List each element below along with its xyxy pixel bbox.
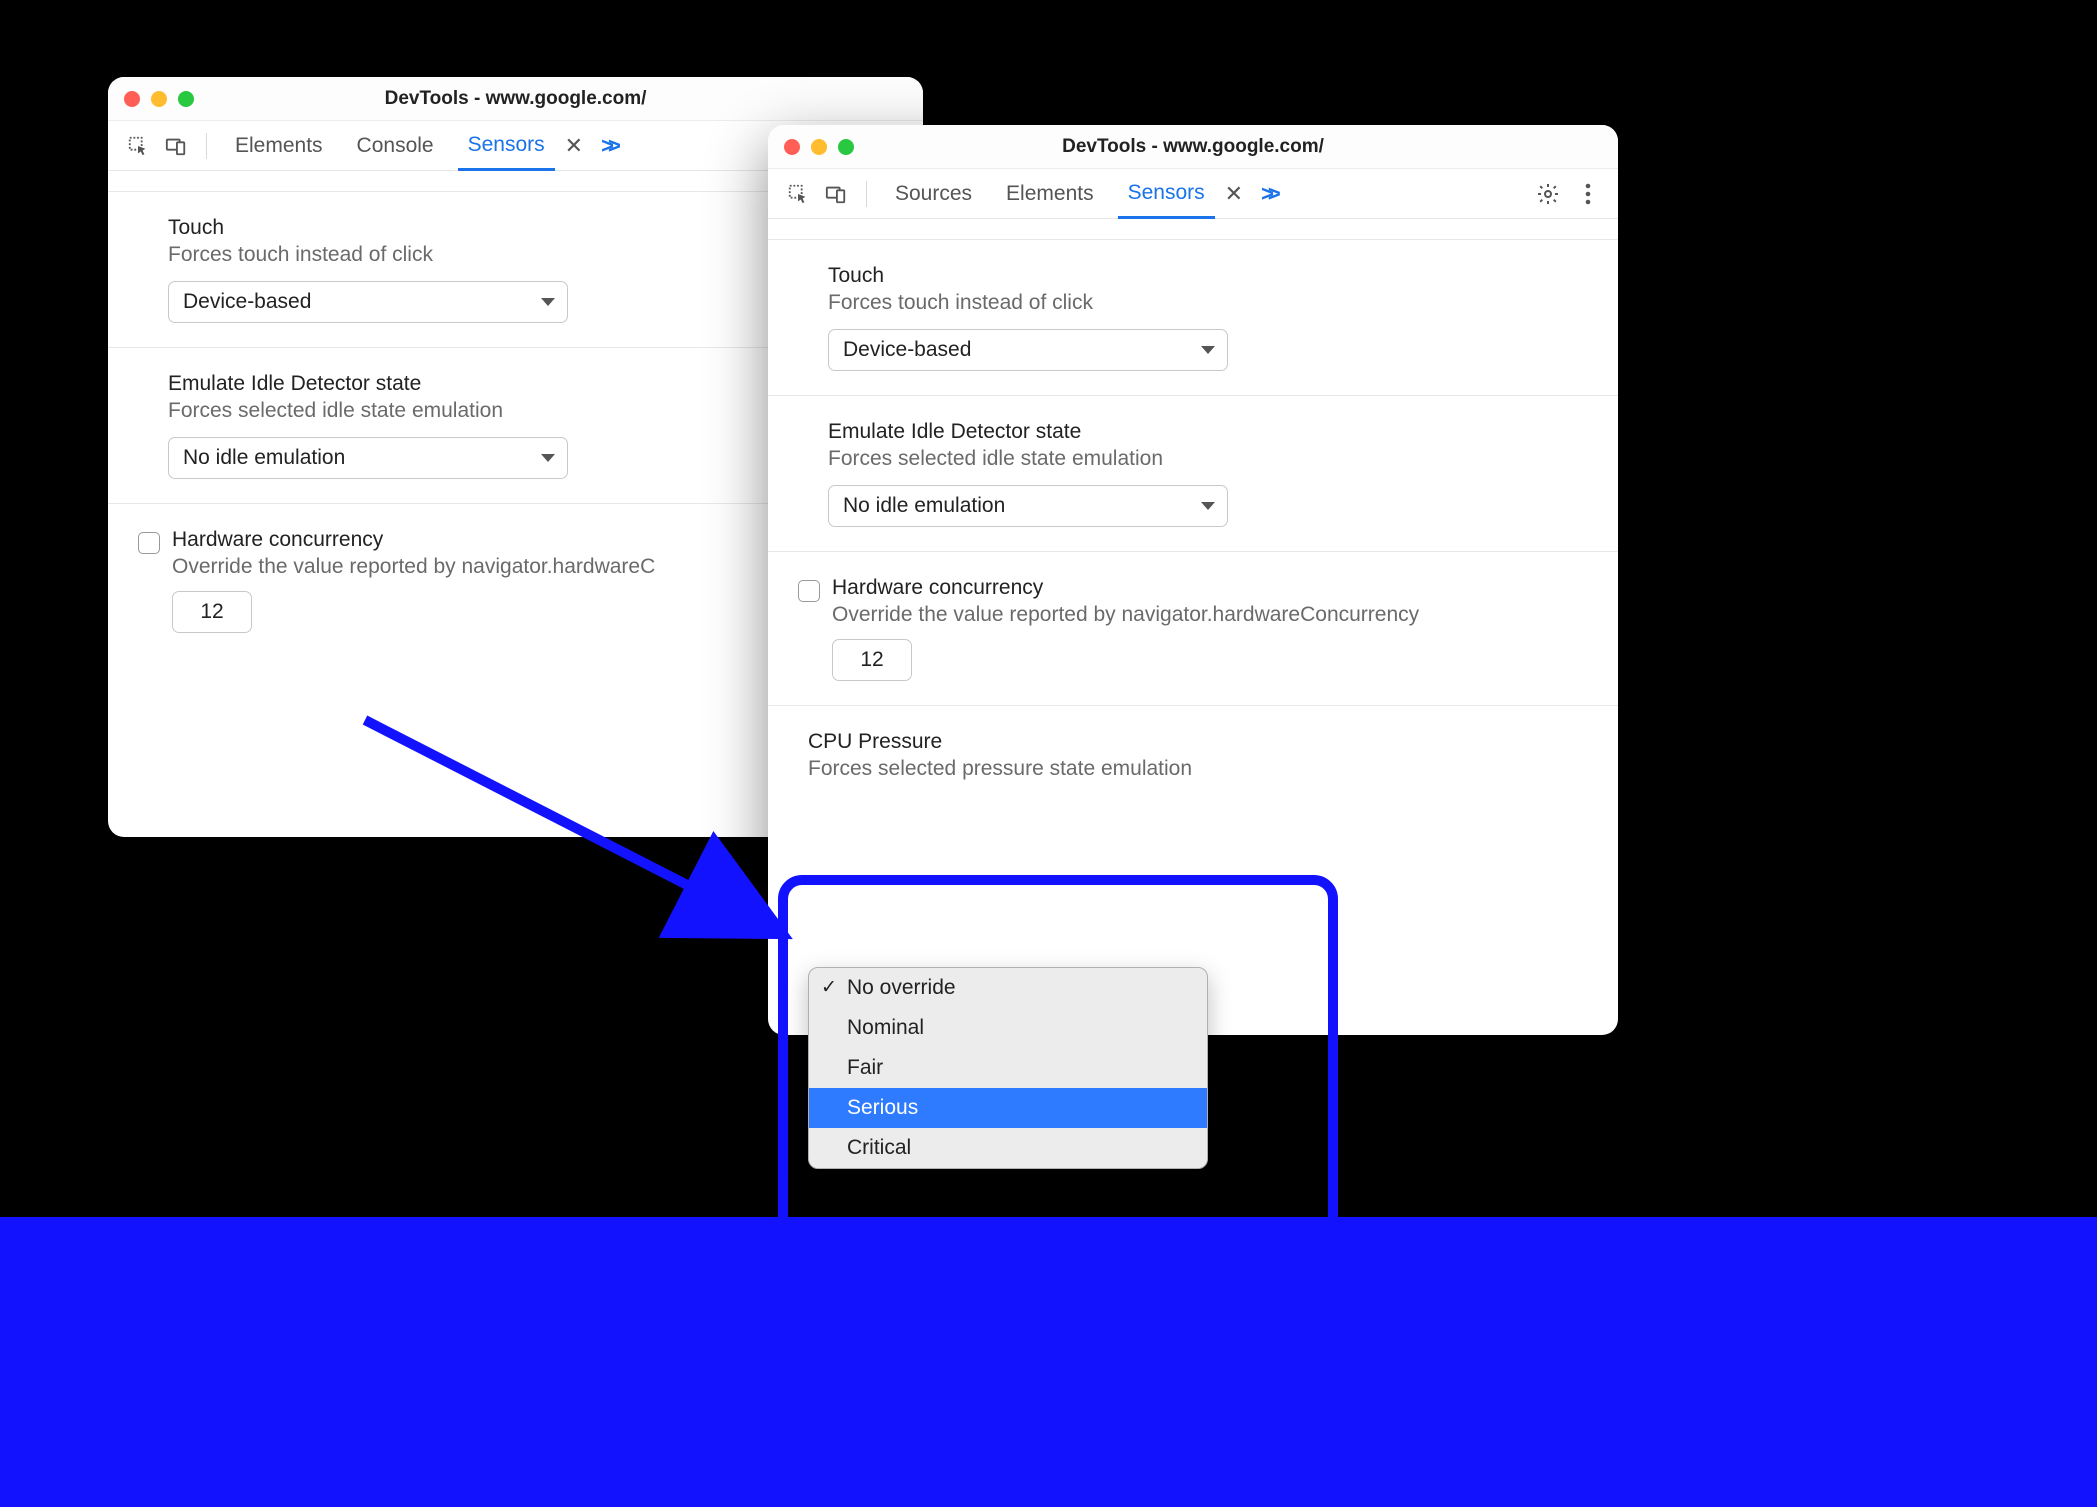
- idle-select[interactable]: No idle emulation: [828, 485, 1228, 527]
- input-value: 12: [860, 648, 883, 672]
- hw-concurrency-checkbox[interactable]: [798, 580, 820, 602]
- option-label: Fair: [847, 1056, 883, 1079]
- section-desc: Forces selected idle state emulation: [828, 447, 1578, 471]
- section-heading: CPU Pressure: [808, 730, 1578, 754]
- tab-sources[interactable]: Sources: [885, 169, 982, 219]
- touch-select[interactable]: Device-based: [828, 329, 1228, 371]
- hw-section: Hardware concurrency Override the value …: [768, 552, 1618, 706]
- select-value: No idle emulation: [183, 446, 345, 470]
- traffic-lights: [784, 139, 854, 155]
- minimize-window-button[interactable]: [811, 139, 827, 155]
- option-label: Critical: [847, 1136, 911, 1159]
- inspect-icon[interactable]: [786, 182, 810, 206]
- device-toggle-icon[interactable]: [824, 182, 848, 206]
- tab-label: Elements: [1006, 182, 1094, 206]
- tab-console[interactable]: Console: [347, 121, 444, 171]
- section-desc: Override the value reported by navigator…: [832, 603, 1578, 627]
- tab-elements[interactable]: Elements: [996, 169, 1104, 219]
- inspect-icon[interactable]: [126, 134, 150, 158]
- device-toggle-icon[interactable]: [164, 134, 188, 158]
- option-label: Serious: [847, 1096, 918, 1119]
- touch-select[interactable]: Device-based: [168, 281, 568, 323]
- close-window-button[interactable]: [124, 91, 140, 107]
- section-desc: Forces touch instead of click: [828, 291, 1578, 315]
- titlebar: DevTools - www.google.com/: [108, 77, 923, 121]
- idle-section: Emulate Idle Detector state Forces selec…: [768, 396, 1618, 552]
- caret-down-icon: [1201, 346, 1215, 354]
- hw-concurrency-input[interactable]: 12: [832, 639, 912, 681]
- cpu-pressure-section: CPU Pressure Forces selected pressure st…: [768, 706, 1618, 835]
- hw-concurrency-input[interactable]: 12: [172, 591, 252, 633]
- idle-select[interactable]: No idle emulation: [168, 437, 568, 479]
- section-heading: Emulate Idle Detector state: [828, 420, 1578, 444]
- touch-section: Touch Forces touch instead of click Devi…: [768, 239, 1618, 396]
- dropdown-option-fair[interactable]: Fair: [809, 1048, 1207, 1088]
- close-tab-icon[interactable]: ✕: [565, 133, 583, 159]
- option-label: Nominal: [847, 1016, 924, 1039]
- minimize-window-button[interactable]: [151, 91, 167, 107]
- caret-down-icon: [541, 454, 555, 462]
- section-heading: Hardware concurrency: [832, 576, 1578, 600]
- kebab-menu-icon[interactable]: [1576, 182, 1600, 206]
- close-window-button[interactable]: [784, 139, 800, 155]
- gear-icon[interactable]: [1536, 182, 1560, 206]
- maximize-window-button[interactable]: [838, 139, 854, 155]
- hw-concurrency-checkbox[interactable]: [138, 532, 160, 554]
- caret-down-icon: [541, 298, 555, 306]
- window-title: DevTools - www.google.com/: [108, 88, 923, 110]
- more-tabs-icon[interactable]: >>: [601, 133, 615, 159]
- separator: [866, 181, 867, 207]
- caret-down-icon: [1201, 502, 1215, 510]
- traffic-lights: [124, 91, 194, 107]
- tab-label: Sources: [895, 182, 972, 206]
- background-blue-bar: [0, 1217, 2097, 1507]
- tab-sensors[interactable]: Sensors: [458, 121, 555, 171]
- dropdown-option-serious[interactable]: Serious: [809, 1088, 1207, 1128]
- titlebar: DevTools - www.google.com/: [768, 125, 1618, 169]
- tab-label: Elements: [235, 134, 323, 158]
- section-heading: Touch: [828, 264, 1578, 288]
- input-value: 12: [200, 600, 223, 624]
- section-desc: Forces selected pressure state emulation: [808, 757, 1578, 781]
- close-tab-icon[interactable]: ✕: [1225, 181, 1243, 207]
- dropdown-option-nominal[interactable]: Nominal: [809, 1008, 1207, 1048]
- devtools-window-after: DevTools - www.google.com/ Sources Eleme…: [768, 125, 1618, 1035]
- window-title: DevTools - www.google.com/: [768, 136, 1618, 158]
- dropdown-option-no-override[interactable]: No override: [809, 968, 1207, 1008]
- select-value: No idle emulation: [843, 494, 1005, 518]
- cpu-pressure-dropdown[interactable]: No override Nominal Fair Serious Critica…: [808, 967, 1208, 1169]
- tab-label: Console: [357, 134, 434, 158]
- separator: [206, 133, 207, 159]
- more-tabs-icon[interactable]: >>: [1261, 181, 1275, 207]
- tab-sensors[interactable]: Sensors: [1118, 169, 1215, 219]
- select-value: Device-based: [843, 338, 971, 362]
- tab-label: Sensors: [468, 133, 545, 157]
- toolbar: Sources Elements Sensors ✕ >>: [768, 169, 1618, 219]
- option-label: No override: [847, 976, 956, 999]
- select-value: Device-based: [183, 290, 311, 314]
- tab-elements[interactable]: Elements: [225, 121, 333, 171]
- dropdown-option-critical[interactable]: Critical: [809, 1128, 1207, 1168]
- tab-label: Sensors: [1128, 181, 1205, 205]
- maximize-window-button[interactable]: [178, 91, 194, 107]
